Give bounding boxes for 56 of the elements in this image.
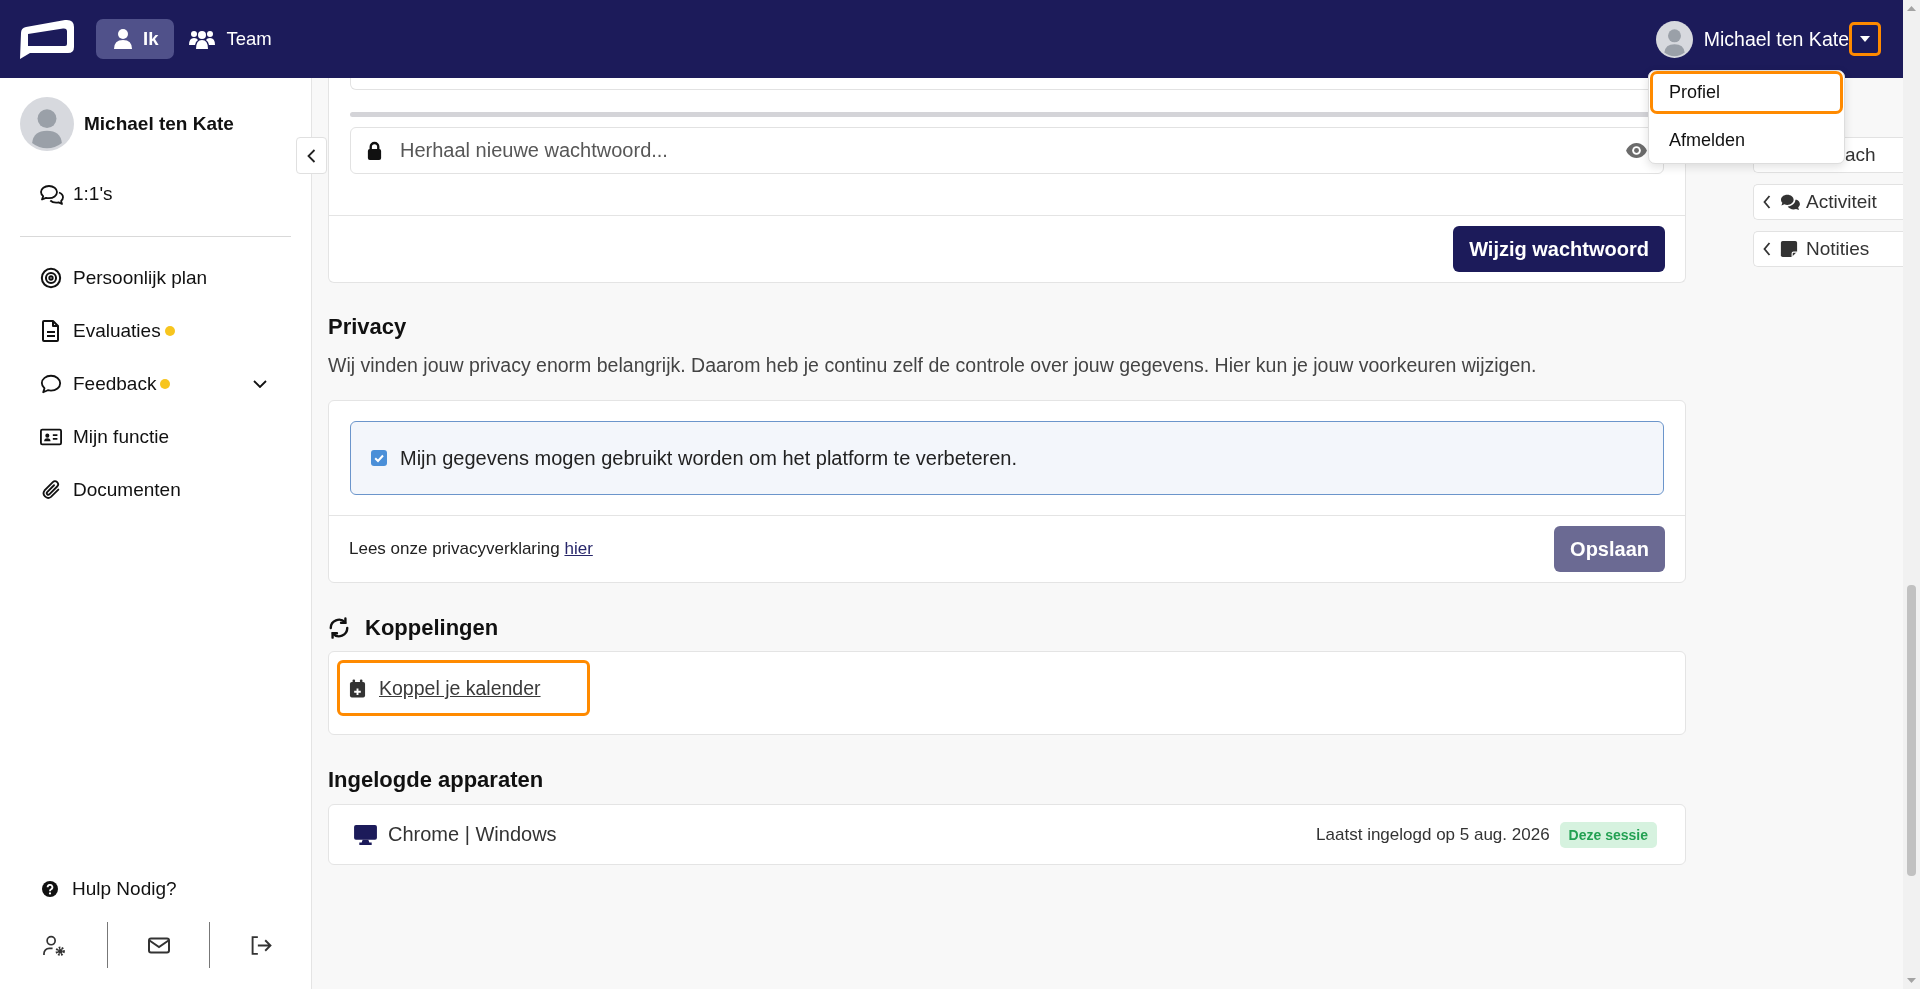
section-title: Koppelingen [365,614,499,642]
menu-item[interactable]: Profiel [1650,71,1843,114]
consent-option[interactable]: Mijn gegevens mogen gebruikt worden om het platform te verbeteren. [350,421,1664,495]
lock-icon [366,141,383,160]
repeat-password-field[interactable]: Herhaal nieuwe wachtwoord... [350,127,1664,174]
side-panel-tab[interactable]: Activiteit [1753,184,1903,220]
speech-bubble-logo-icon[interactable] [18,19,76,59]
nav-tab[interactable]: Ik [96,19,175,59]
user-settings-icon[interactable] [41,934,66,956]
user-name[interactable]: Michael ten Kate [1703,27,1849,51]
calendar-plus-icon [349,678,366,698]
sticky-note-icon [1780,240,1798,258]
sidebar-item[interactable]: Persoonlijk plan [0,251,311,304]
session-badge: Deze sessie [1559,821,1657,848]
scrollbar-thumb[interactable] [1907,585,1916,876]
desktop-icon [354,824,377,845]
group-icon [189,29,216,49]
checkbox[interactable] [371,450,387,466]
avatar-icon [20,97,74,151]
change-password-button[interactable]: Wijzig wachtwoord [1453,226,1665,272]
sidebar-item[interactable]: Documenten [0,463,311,516]
chevron-left-icon [1763,195,1771,209]
chevron-left-icon [1763,242,1771,256]
section-title: Ingelogde apparaten [328,766,545,794]
document-icon [42,319,60,342]
caret-down-icon [1860,36,1870,42]
user-menu-toggle[interactable] [1849,22,1881,56]
eye-icon[interactable] [1625,142,1648,159]
avatar-icon[interactable] [1655,20,1693,58]
profile-name: Michael ten Kate [84,113,234,135]
section-title: Privacy [328,313,408,341]
chat-bubbles-icon [1780,193,1800,211]
collapse-sidebar-button[interactable] [296,137,327,174]
device-name: Chrome | Windows [388,823,557,846]
paperclip-icon [40,478,62,501]
sync-icon [328,617,350,639]
speech-bubble-icon [40,372,62,395]
person-icon [114,29,132,49]
connect-calendar-link[interactable]: Koppel je kalender [337,660,590,716]
sidebar-item[interactable]: Evaluaties [0,304,311,357]
side-panel-tab[interactable]: Notities [1753,231,1903,267]
sidebar-item[interactable]: 1:1's [0,176,311,212]
help-link[interactable]: Hulp Nodig? [0,871,311,907]
chat-bubbles-icon [40,183,64,205]
privacy-description: Wij vinden jouw privacy enorm belangrijk. Daarom heb je continu zelf de controle over jouw gegevens. Hier kun je jouw voorkeuren wijzigen. [328,353,1538,378]
sidebar-item[interactable]: Mijn functie [0,410,311,463]
nav-tab[interactable]: Team [176,19,285,59]
privacy-statement-link[interactable]: hier [564,539,593,558]
scrollbar-track[interactable] [1903,0,1920,989]
consent-label: Mijn gegevens mogen gebruikt worden om het platform te verbeteren. [400,446,1017,470]
chevron-left-icon [307,148,316,163]
sidebar-item[interactable]: Feedback [0,357,311,410]
last-login-text: Laatst ingelogd op 5 aug. 2026 [1316,824,1550,845]
question-circle-icon [42,881,58,897]
privacy-statement-text: Lees onze privacyverklaring hier [349,539,593,559]
target-icon [40,266,62,289]
